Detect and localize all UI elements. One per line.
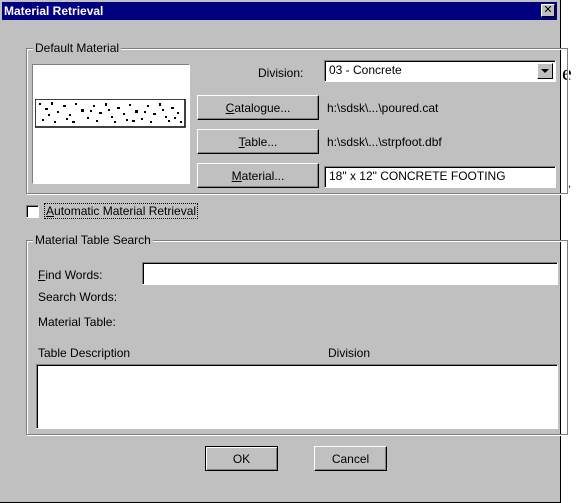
- material-value: 18" x 12" CONCRETE FOOTING: [329, 169, 506, 183]
- table-button-label: able...: [244, 134, 278, 149]
- cancel-button-label: Cancel: [331, 451, 370, 466]
- material-field[interactable]: 18" x 12" CONCRETE FOOTING: [324, 166, 556, 188]
- material-table-label: Material Table:: [38, 315, 116, 329]
- table-path: h:\sdsk\...\strpfoot.dbf: [327, 135, 442, 149]
- cancel-button[interactable]: Cancel: [314, 446, 387, 471]
- division-value: 03 - Concrete: [329, 63, 402, 77]
- auto-retrieval-checkbox[interactable]: [26, 205, 39, 218]
- material-preview: [32, 64, 190, 184]
- col-division: Division: [328, 346, 371, 360]
- division-label: Division:: [258, 66, 304, 80]
- ok-button-label: OK: [232, 451, 251, 466]
- catalogue-button-label: atalogue...: [234, 100, 291, 115]
- default-material-label: Default Material: [33, 41, 122, 55]
- table-button[interactable]: Table...: [197, 129, 319, 154]
- material-retrieval-dialog: Material Retrieval ✕ Default Material Di…: [0, 0, 568, 503]
- auto-retrieval-label[interactable]: Automatic Material Retrieval: [44, 203, 199, 219]
- ok-button[interactable]: OK: [205, 446, 278, 471]
- search-words-label: Search Words:: [38, 290, 118, 304]
- dialog-title: Material Retrieval: [4, 4, 104, 18]
- find-words-label: Find Words:: [38, 268, 103, 282]
- catalogue-path: h:\sdsk\...\poured.cat: [327, 101, 439, 115]
- division-dropdown[interactable]: 03 - Concrete: [324, 60, 556, 82]
- col-table-description: Table Description: [38, 346, 131, 360]
- find-words-input[interactable]: [142, 262, 558, 285]
- material-table-search-label: Material Table Search: [33, 233, 153, 247]
- concrete-pattern-icon: [35, 99, 186, 128]
- title-bar[interactable]: Material Retrieval ✕: [2, 2, 557, 20]
- material-button-label: aterial...: [241, 168, 285, 183]
- close-icon[interactable]: ✕: [541, 4, 555, 17]
- results-list[interactable]: [36, 364, 558, 429]
- chevron-down-icon[interactable]: [537, 63, 553, 79]
- material-button[interactable]: Material...: [197, 163, 319, 188]
- catalogue-button[interactable]: Catalogue...: [197, 95, 319, 120]
